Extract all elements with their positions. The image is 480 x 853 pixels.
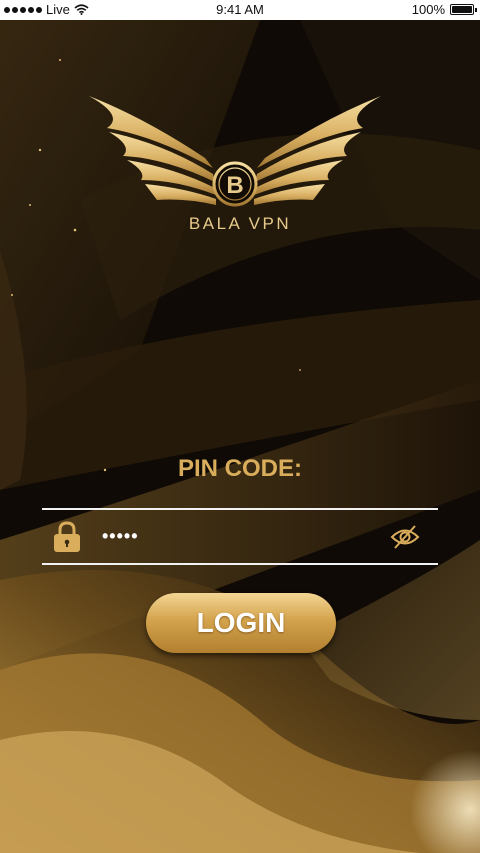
- pin-input[interactable]: [102, 520, 372, 553]
- lock-icon: [54, 521, 80, 552]
- status-time: 9:41 AM: [216, 2, 264, 17]
- eye-slash-icon[interactable]: [390, 524, 420, 550]
- battery-icon: [450, 4, 477, 15]
- pin-field[interactable]: [42, 508, 438, 565]
- battery-percent: 100%: [411, 2, 445, 17]
- battery-area: 100%: [411, 2, 477, 17]
- logo-monogram: B: [226, 172, 243, 199]
- login-screen: Live 9:41 AM 100% B BALA VPN PIN CODE: •…: [0, 0, 480, 853]
- brand-name: BALA VPN: [188, 214, 292, 233]
- pin-code-label: PIN CODE:: [177, 455, 302, 482]
- login-button[interactable]: LOGIN: [146, 593, 336, 653]
- status-bar: Live 9:41 AM 100%: [0, 0, 480, 20]
